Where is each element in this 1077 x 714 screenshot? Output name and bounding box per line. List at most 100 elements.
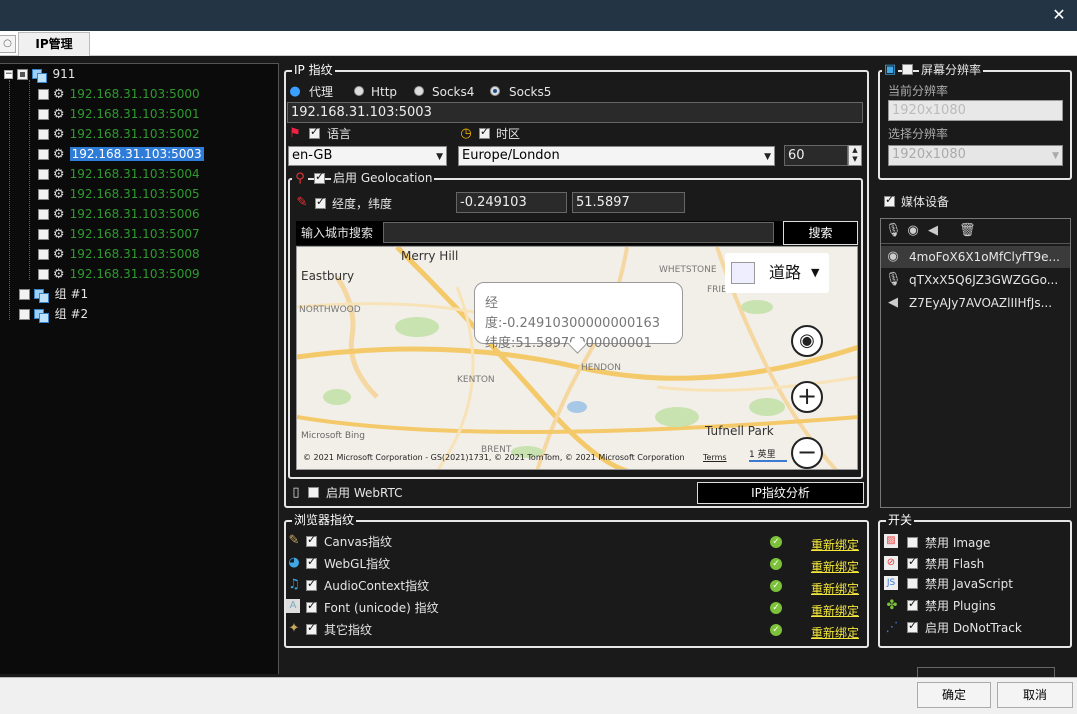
ip-label: 192.168.31.103:5000 <box>69 87 200 101</box>
ip-fingerprint-analyze-button[interactable]: IP指纹分析 <box>697 482 864 504</box>
socks4-radio[interactable] <box>414 86 424 96</box>
tree-item[interactable]: ⚙ 192.168.31.103:5001 <box>38 104 200 124</box>
gear-icon: ⚙ <box>52 227 65 242</box>
tz-offset-input[interactable]: 60 <box>784 145 848 166</box>
map-style-dropdown[interactable]: 道路 ▼ <box>725 253 829 293</box>
media-device-item[interactable]: 🎙 qTXxX5Q6JZ3GWZGGo... <box>881 269 1070 291</box>
dialog-footer: 确定 取消 <box>0 667 1077 714</box>
zoom-out-icon[interactable]: − <box>791 437 823 469</box>
webcam-icon[interactable]: ◉ <box>905 223 921 239</box>
zoom-in-icon[interactable]: + <box>791 381 823 413</box>
item-checkbox[interactable] <box>38 109 49 120</box>
location-pin-icon: ⚲ <box>292 171 308 187</box>
tab-ip-management[interactable]: IP管理 <box>18 32 90 56</box>
resolution-select[interactable]: 1920x1080 <box>888 145 1063 166</box>
http-radio[interactable] <box>354 86 364 96</box>
tree-item[interactable]: ⚙ 192.168.31.103:5006 <box>38 204 200 224</box>
font-checkbox[interactable] <box>306 599 317 613</box>
resolution-checkbox[interactable] <box>902 64 913 75</box>
ok-button[interactable]: 确定 <box>917 682 991 708</box>
disable-flash-checkbox[interactable] <box>907 555 918 569</box>
tree-item[interactable]: ⚙ 192.168.31.103:5008 <box>38 244 200 264</box>
socks5-radio[interactable] <box>490 86 500 96</box>
tree-item[interactable]: ⚙ 192.168.31.103:5009 <box>38 264 200 284</box>
cancel-button[interactable]: 取消 <box>997 682 1073 708</box>
disable-javascript-checkbox[interactable] <box>907 578 918 589</box>
tree-item-selected[interactable]: ⚙ 192.168.31.103:5003 <box>38 144 204 164</box>
map-terms-link[interactable]: Terms <box>703 453 727 462</box>
media-checkbox[interactable] <box>884 193 895 207</box>
collapse-icon[interactable]: − <box>4 70 13 79</box>
microphone-icon[interactable]: 🎙 <box>885 223 902 239</box>
lonlat-label: 经度，纬度 <box>332 197 393 211</box>
gear-icon: ⚙ <box>52 147 65 162</box>
donottrack-label: 启用 DoNotTrack <box>925 621 1022 635</box>
search-button[interactable]: 搜索 <box>783 221 858 245</box>
tree-item[interactable]: ⚙ 192.168.31.103:5007 <box>38 224 200 244</box>
group-checkbox[interactable] <box>19 289 30 300</box>
rebind-link[interactable]: 重新绑定 <box>811 624 859 641</box>
root-checkbox[interactable] <box>16 69 28 80</box>
map-view[interactable]: Merry Hill Eastbury Tufnell Park WHETSTO… <box>296 246 858 470</box>
donottrack-checkbox[interactable] <box>907 619 918 633</box>
timezone-select[interactable]: Europe/London <box>458 146 775 166</box>
close-icon[interactable]: ✕ <box>1049 5 1069 25</box>
language-checkbox[interactable] <box>309 125 320 139</box>
tree-item[interactable]: ⚙ 192.168.31.103:5005 <box>38 184 200 204</box>
longitude-input[interactable]: -0.249103 <box>456 192 567 213</box>
footer-tab-stub <box>917 667 1055 677</box>
rebind-link[interactable]: 重新绑定 <box>811 536 859 553</box>
media-label: 媒体设备 <box>901 195 950 209</box>
item-checkbox[interactable] <box>38 149 49 160</box>
pushpin-icon: ✎ <box>296 195 308 210</box>
canvas-checkbox[interactable] <box>306 533 317 547</box>
flag-icon: ⚑ <box>289 126 301 141</box>
media-device-list: 🎙 ◉ ◀ 🗑 ◉ 4moFoX6X1oMfClyfT9e... 🎙 qTXxX… <box>880 218 1071 508</box>
speaker-icon[interactable]: ◀ <box>925 223 941 239</box>
map-area-label: WHETSTONE <box>659 265 717 275</box>
webrtc-checkbox[interactable] <box>308 487 319 498</box>
item-checkbox[interactable] <box>38 229 49 240</box>
rebind-link[interactable]: 重新绑定 <box>811 558 859 575</box>
speaker-icon: ◀ <box>888 295 898 310</box>
disable-plugins-checkbox[interactable] <box>907 597 918 611</box>
item-checkbox[interactable] <box>38 89 49 100</box>
timezone-checkbox[interactable] <box>479 125 490 139</box>
tree-group[interactable]: 组 #1 <box>19 284 88 304</box>
disable-image-checkbox[interactable] <box>907 537 918 548</box>
rebind-link[interactable]: 重新绑定 <box>811 580 859 597</box>
rebind-link[interactable]: 重新绑定 <box>811 602 859 619</box>
tree-root[interactable]: − 911 <box>4 64 75 84</box>
tab-previous[interactable]: ○ <box>0 35 16 53</box>
tree-group[interactable]: 组 #2 <box>19 304 88 324</box>
item-checkbox[interactable] <box>38 169 49 180</box>
proxy-address-input[interactable]: 192.168.31.103:5003 <box>287 102 863 123</box>
geolocation-checkbox[interactable] <box>314 170 325 184</box>
group-checkbox[interactable] <box>19 309 30 320</box>
latitude-input[interactable]: 51.5897 <box>572 192 685 213</box>
map-copyright: © 2021 Microsoft Corporation - GS(2021)1… <box>303 453 685 462</box>
tree-item[interactable]: ⚙ 192.168.31.103:5000 <box>38 84 200 104</box>
locate-icon[interactable]: ◉ <box>791 325 823 357</box>
audio-checkbox[interactable] <box>306 577 317 591</box>
item-checkbox[interactable] <box>38 209 49 220</box>
other-checkbox[interactable] <box>306 621 317 635</box>
tree-item[interactable]: ⚙ 192.168.31.103:5004 <box>38 164 200 184</box>
media-device-item[interactable]: ◀ Z7EyAJy7AVOAZlIIHfJs... <box>881 292 1070 314</box>
map-scale: 1 英里 <box>749 447 787 462</box>
media-device-item[interactable]: ◉ 4moFoX6X1oMfClyfT9e... <box>881 246 1070 268</box>
language-select[interactable]: en-GB <box>288 146 447 166</box>
webgl-label: WebGL指纹 <box>324 557 391 571</box>
trash-icon[interactable]: 🗑 <box>959 223 976 239</box>
tree-item[interactable]: ⚙ 192.168.31.103:5002 <box>38 124 200 144</box>
city-search-input[interactable] <box>383 222 774 243</box>
other-icon: ✦ <box>288 621 300 636</box>
item-checkbox[interactable] <box>38 129 49 140</box>
webgl-checkbox[interactable] <box>306 555 317 569</box>
lonlat-checkbox[interactable] <box>315 195 326 209</box>
map-area-label: KENTON <box>457 375 495 385</box>
item-checkbox[interactable] <box>38 249 49 260</box>
item-checkbox[interactable] <box>38 269 49 280</box>
item-checkbox[interactable] <box>38 189 49 200</box>
tz-offset-stepper[interactable]: ▲ ▼ <box>848 145 862 166</box>
